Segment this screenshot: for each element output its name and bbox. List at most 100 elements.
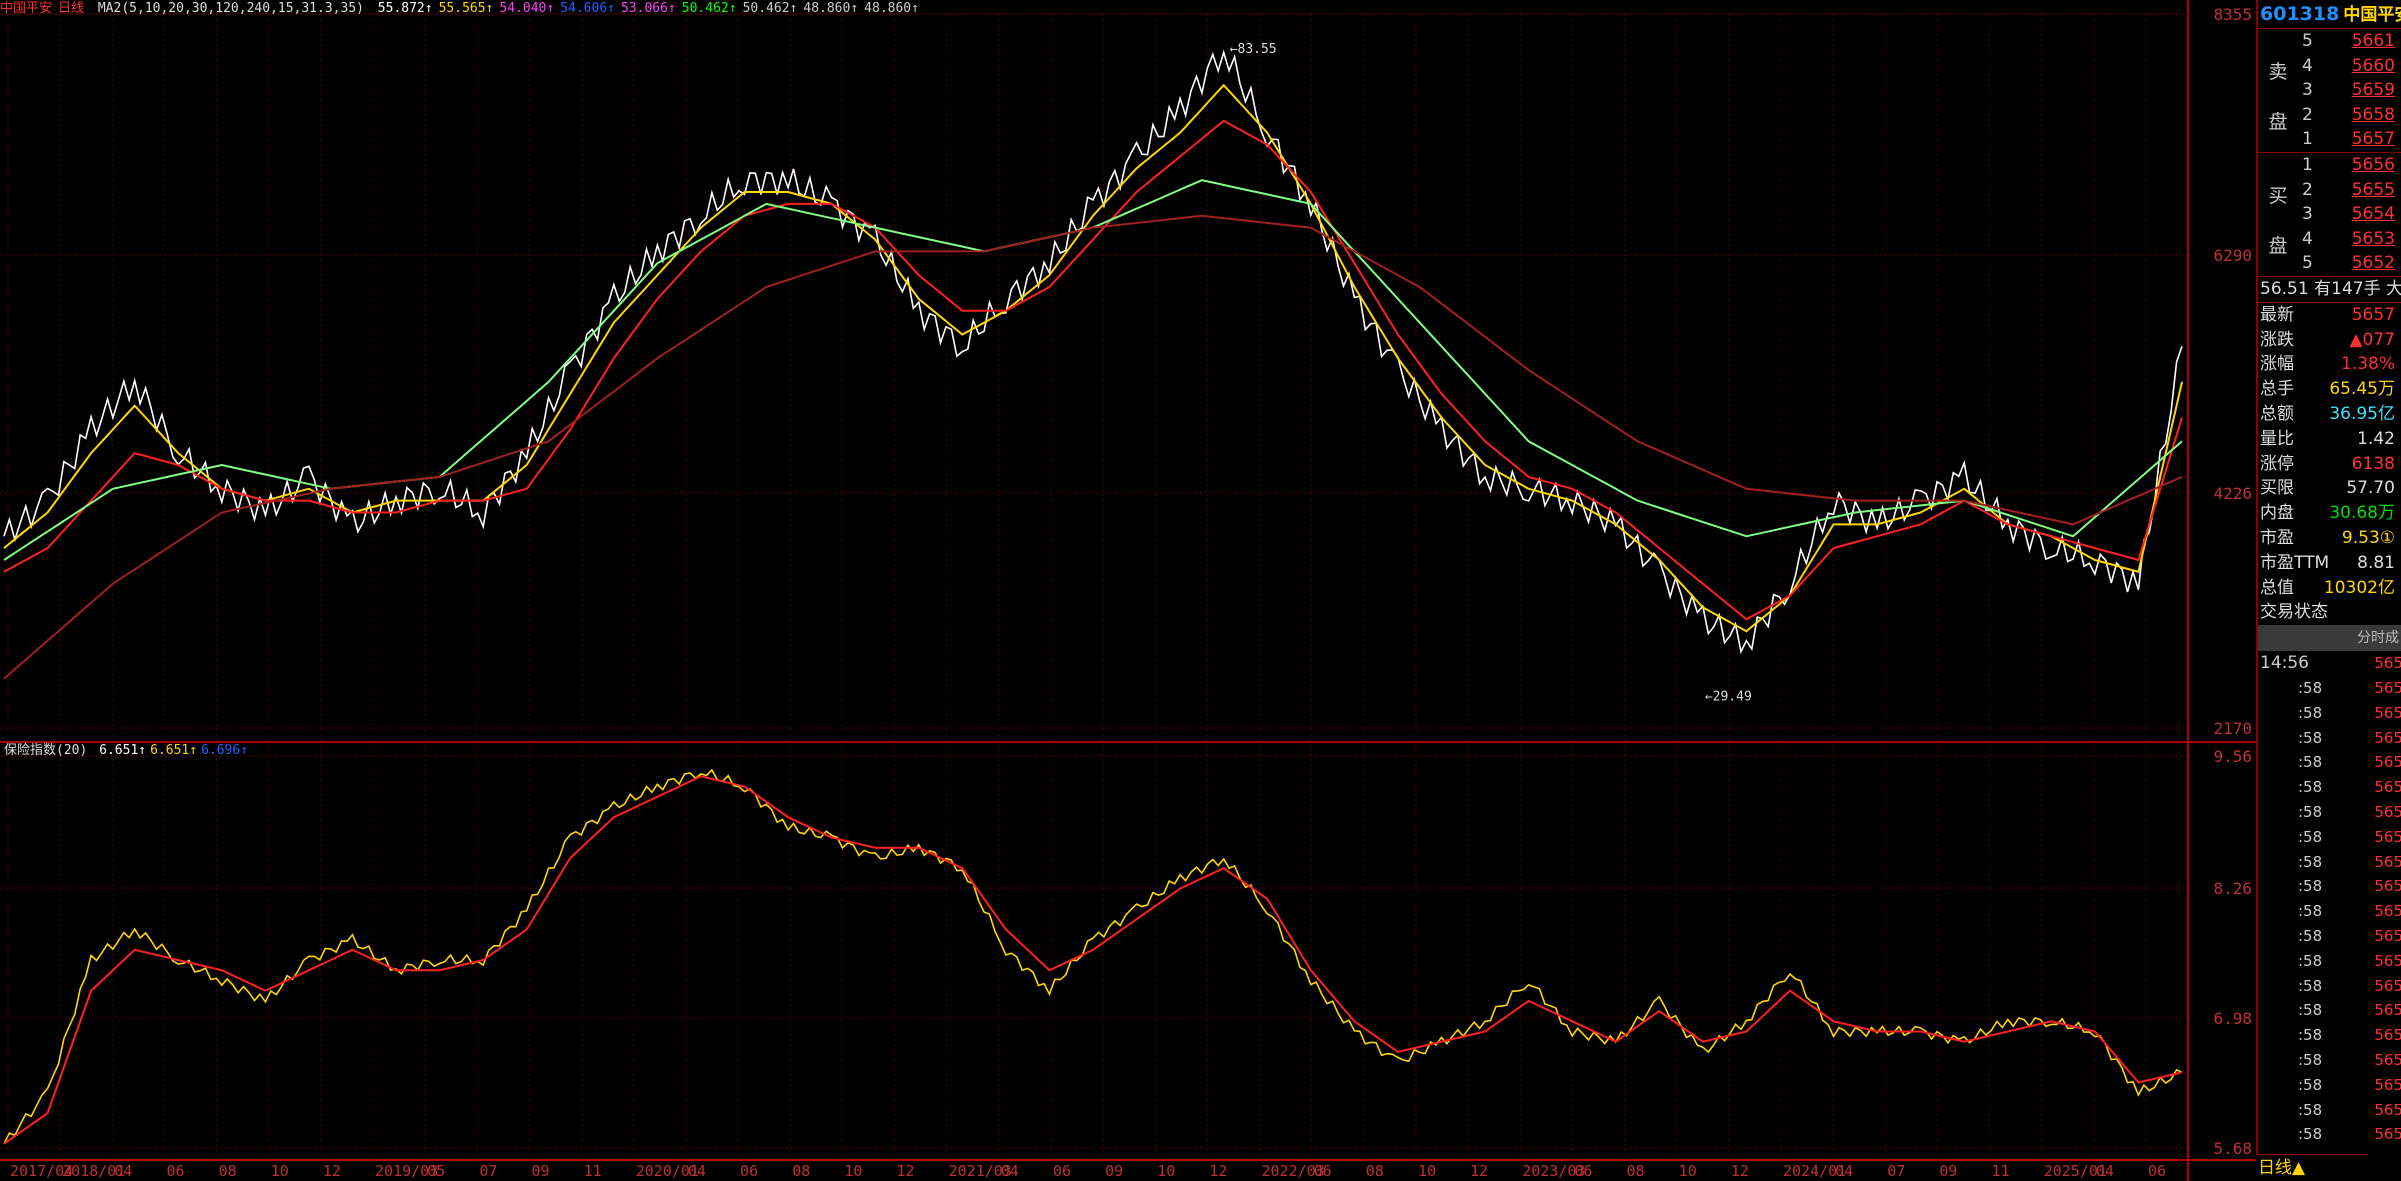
tick-price: 565: [2374, 778, 2401, 797]
tick-row: :58 565: [2258, 924, 2401, 949]
tick-time: :58: [2298, 1026, 2323, 1045]
stat-label: 市盈TTM: [2260, 552, 2330, 573]
time-axis-label: 06: [166, 1162, 184, 1180]
sell-row: 3 5659: [2258, 78, 2401, 103]
tick-row: :58 565: [2258, 1023, 2401, 1048]
stat-row: 总值 10302亿: [2258, 576, 2401, 601]
stat-value: 5657: [2351, 304, 2395, 325]
tick-time: :58: [2298, 1050, 2323, 1069]
stat-row: 市盈TTM 8.81: [2258, 551, 2401, 576]
legend-value: 55.872↑: [377, 1, 433, 16]
stat-label: 买限: [2260, 478, 2294, 499]
tick-time: :58: [2298, 902, 2323, 921]
stat-value: 10302亿: [2323, 577, 2395, 598]
tick-row: :58 565: [2258, 949, 2401, 974]
tick-row: :58 565: [2258, 750, 2401, 775]
time-axis-label: 11: [1992, 1162, 2010, 1180]
stat-value: 8.81: [2357, 552, 2395, 573]
tick-time: :58: [2298, 778, 2323, 797]
stat-label: 量比: [2260, 428, 2294, 449]
tick-time: :58: [2298, 976, 2323, 995]
book-price[interactable]: 5657: [2352, 127, 2395, 152]
stat-value: ▲077: [2349, 329, 2395, 350]
tick-row: :58 565: [2258, 1098, 2401, 1123]
time-axis-label: 04: [688, 1162, 706, 1180]
tick-list: 14:56 565 :58 565 :58 565 :58 565 :58 565 :58 565 :5…: [2258, 651, 2401, 1147]
tick-row: :58 565: [2258, 1048, 2401, 1073]
indicator-name: 保险指数(20): [4, 743, 88, 758]
tick-price: 565: [2374, 1125, 2401, 1144]
stat-label: 涨停: [2260, 453, 2294, 474]
book-price[interactable]: 5661: [2352, 29, 2395, 54]
book-price[interactable]: 5656: [2352, 153, 2395, 178]
time-axis-label: 06: [1574, 1162, 1592, 1180]
book-price[interactable]: 5655: [2352, 178, 2395, 203]
book-price[interactable]: 5659: [2352, 78, 2395, 103]
time-axis-label: 04: [2096, 1162, 2114, 1180]
book-level: 3: [2302, 80, 2313, 100]
tick-row: 14:56 565: [2258, 651, 2401, 676]
stat-label: 市盈: [2260, 527, 2294, 548]
stat-value: 65.45万: [2329, 379, 2395, 400]
tick-price: 565: [2374, 1050, 2401, 1069]
tick-time: :58: [2298, 678, 2323, 697]
stat-row: 买限 57.70: [2258, 476, 2401, 501]
book-price[interactable]: 5658: [2352, 103, 2395, 128]
book-level: 1: [2302, 155, 2313, 175]
stat-value: 36.95亿: [2329, 403, 2395, 424]
tick-time: :58: [2298, 753, 2323, 772]
time-axis-label: 04: [1001, 1162, 1019, 1180]
stat-value: 9.53①: [2341, 527, 2395, 548]
tick-row: :58 565: [2258, 974, 2401, 999]
sell-row: 1 5657: [2258, 127, 2401, 152]
kline-chart[interactable]: 83556290422621709.568.266.985.682017/042…: [0, 0, 2256, 1181]
time-axis-label: 08: [219, 1162, 237, 1180]
buy-row: 3 5654: [2258, 202, 2401, 227]
indicator-axis-label: 6.98: [2213, 1009, 2252, 1028]
ticks-header[interactable]: 分时成: [2258, 625, 2401, 652]
stat-row: 内盘 30.68万: [2258, 501, 2401, 526]
book-price[interactable]: 5652: [2352, 251, 2395, 276]
tick-time: :58: [2298, 1001, 2323, 1020]
tick-price: 565: [2374, 1001, 2401, 1020]
low-annotation: ←29.49: [1705, 690, 1752, 705]
book-price[interactable]: 5654: [2352, 202, 2395, 227]
stat-value: 57.70: [2346, 478, 2395, 499]
tick-row: :58 565: [2258, 1122, 2401, 1147]
time-axis-label: 08: [792, 1162, 810, 1180]
stat-value: 1.42: [2357, 428, 2395, 449]
tick-time: :58: [2298, 951, 2323, 970]
book-price[interactable]: 5653: [2352, 227, 2395, 252]
tick-time: :58: [2298, 852, 2323, 871]
price-axis-label: 6290: [2213, 246, 2252, 265]
tick-row: :58 565: [2258, 1073, 2401, 1098]
order-line-price: 56.51: [2260, 279, 2309, 299]
tick-price: 565: [2374, 703, 2401, 722]
tick-price: 565: [2374, 678, 2401, 697]
tick-price: 565: [2374, 902, 2401, 921]
book-price[interactable]: 5660: [2352, 54, 2395, 79]
period-toggle-button[interactable]: 日线▲: [2256, 1154, 2368, 1181]
time-axis-label: 09: [531, 1162, 549, 1180]
tick-price: 565: [2374, 1026, 2401, 1045]
tick-time: :58: [2298, 728, 2323, 747]
legend-value: 54.606↑: [560, 1, 615, 16]
book-level: 5: [2302, 31, 2313, 51]
tick-time: :58: [2298, 926, 2323, 945]
stat-label: 总值: [2260, 577, 2294, 598]
time-axis-label: 10: [271, 1162, 289, 1180]
book-level: 4: [2302, 55, 2313, 76]
sell-row: 4 5660: [2258, 54, 2401, 79]
tick-row: :58 565: [2258, 726, 2401, 751]
tick-row: :58 565: [2258, 874, 2401, 899]
time-axis-label: 10: [844, 1162, 862, 1180]
time-axis-label: 06: [740, 1162, 758, 1180]
time-axis-label: 09: [1939, 1162, 1957, 1180]
time-axis-label: 12: [896, 1162, 914, 1180]
tick-row: :58 565: [2258, 850, 2401, 875]
tick-time: :58: [2298, 1125, 2323, 1144]
time-axis-label: 06: [1053, 1162, 1071, 1180]
sell-row: 2 5658: [2258, 103, 2401, 128]
time-axis-label: 11: [584, 1162, 602, 1180]
indicator-values: 6.651↑ 6.651↑ 6.696↑: [99, 743, 252, 758]
